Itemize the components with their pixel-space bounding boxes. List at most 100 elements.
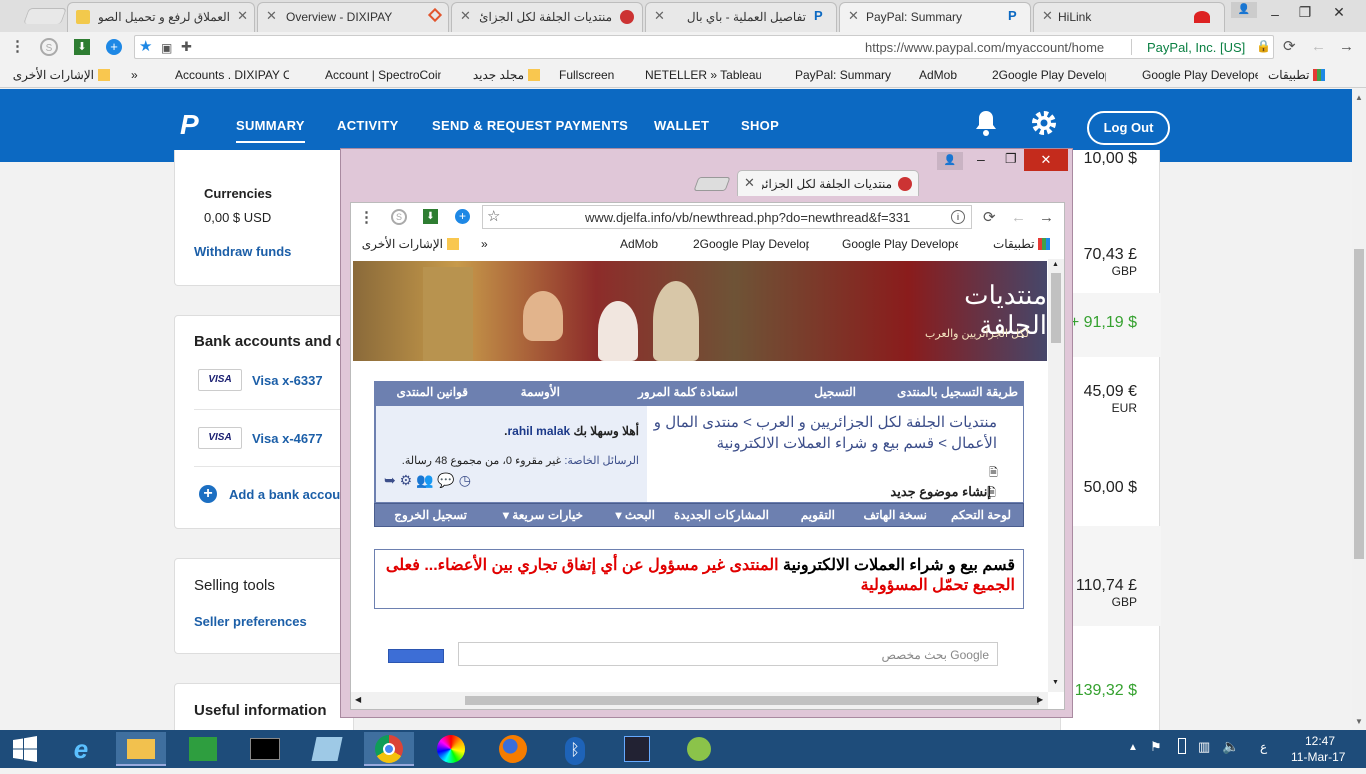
- tools-logout[interactable]: تسجيل الخروج: [394, 508, 467, 522]
- add-extension-icon[interactable]: +: [106, 39, 122, 55]
- input-language-indicator[interactable]: ع: [1260, 740, 1267, 754]
- close-tab-icon[interactable]: ✕: [460, 8, 471, 24]
- nav-summary[interactable]: SUMMARY: [236, 118, 305, 143]
- close-tab-icon[interactable]: ✕: [848, 8, 859, 24]
- tools-calendar[interactable]: التقويم: [801, 508, 835, 522]
- bookmark-admob[interactable]: AdMob: [620, 237, 658, 251]
- color-app-icon[interactable]: [426, 732, 476, 766]
- other-bookmarks[interactable]: الإشارات الأخرى: [362, 237, 459, 251]
- bookmark-apps[interactable]: تطبيقات: [993, 237, 1051, 251]
- clock-time[interactable]: 12:47: [1305, 734, 1335, 748]
- start-icon[interactable]: [0, 732, 50, 766]
- forum-nav-register[interactable]: التسجيل: [814, 385, 856, 399]
- bookmark-play-console[interactable]: Google Play Develope: [1142, 68, 1258, 82]
- minimize-button[interactable]: –: [977, 151, 985, 167]
- profile-icon[interactable]: 👤: [937, 152, 963, 170]
- skype-icon[interactable]: S: [391, 209, 407, 225]
- card-visa-6337[interactable]: Visa x-6337: [252, 373, 323, 388]
- search-button[interactable]: [388, 649, 444, 663]
- forum-nav-badges[interactable]: الأوسمة: [521, 385, 560, 399]
- tools-new-posts[interactable]: المشاركات الجديدة: [674, 508, 769, 522]
- withdraw-funds-link[interactable]: Withdraw funds: [194, 244, 291, 259]
- card-visa-4677[interactable]: Visa x-4677: [252, 431, 323, 446]
- nav-activity[interactable]: ACTIVITY: [337, 118, 399, 133]
- close-tab-icon[interactable]: ✕: [744, 175, 755, 191]
- profile-icon[interactable]: 👤: [1231, 2, 1257, 18]
- scroll-left-icon[interactable]: ◀: [355, 695, 361, 704]
- tools-control-panel[interactable]: لوحة التحكم: [951, 508, 1011, 522]
- maximize-button[interactable]: ❐: [1005, 151, 1017, 167]
- notifications-bell-icon[interactable]: [974, 109, 998, 137]
- cast-icon[interactable]: ▣: [161, 39, 172, 57]
- store-icon[interactable]: [178, 732, 228, 766]
- settings-gear-icon[interactable]: [1030, 109, 1058, 137]
- nav-wallet[interactable]: WALLET: [654, 118, 709, 133]
- tools-search[interactable]: البحث ▾: [615, 508, 655, 522]
- close-tab-icon[interactable]: ✕: [237, 8, 248, 24]
- reload-icon[interactable]: ⟳: [1283, 38, 1296, 56]
- battery-icon[interactable]: [1178, 738, 1186, 754]
- google-search-input[interactable]: Google بحث مخصص: [458, 642, 998, 666]
- chrome-icon[interactable]: [364, 732, 414, 766]
- clock-icon[interactable]: ◷: [459, 472, 471, 488]
- page-info-icon[interactable]: i: [951, 210, 965, 224]
- bookmarks-overflow-chevron[interactable]: »: [481, 237, 488, 251]
- scrollbar-thumb[interactable]: [465, 696, 1039, 705]
- address-bar[interactable]: ★ ▣ ✚ https://www.paypal.com/myaccount/h…: [134, 35, 1274, 59]
- menu-kebab-icon[interactable]: ⋮: [10, 38, 25, 56]
- file-explorer-icon[interactable]: [116, 732, 166, 766]
- back-arrow-icon[interactable]: →: [1339, 38, 1354, 56]
- close-tab-icon[interactable]: ✕: [1042, 8, 1053, 24]
- network-icon[interactable]: ▥: [1198, 739, 1210, 755]
- popup-browser-window[interactable]: 👤 – ❐ ✕ ✕ منتديات الجلفة لكل الجزائر ⋮ S…: [340, 148, 1073, 718]
- notes-icon[interactable]: [302, 732, 352, 766]
- forward-arrow-icon[interactable]: ←: [1311, 38, 1326, 56]
- tab-dixipay[interactable]: Overview - DIXIPAY ✕: [257, 2, 449, 32]
- command-prompt-icon[interactable]: [240, 732, 290, 766]
- site-identity[interactable]: PayPal, Inc. [US]: [1147, 40, 1245, 55]
- breadcrumb[interactable]: منتديات الجلفة لكل الجزائريين و العرب > …: [652, 412, 997, 454]
- tray-chevron-icon[interactable]: ▲: [1128, 742, 1138, 753]
- close-window-button[interactable]: ✕: [1024, 149, 1068, 171]
- tab-paypal-transaction[interactable]: P تفاصيل العملية - باي بال ✕: [645, 2, 837, 32]
- bookmarks-overflow-chevron[interactable]: »: [131, 68, 138, 82]
- bookmark-neteller[interactable]: NETELLER » Tableau d: [645, 68, 761, 82]
- username-link[interactable]: rahil malak: [507, 424, 570, 438]
- maximize-button[interactable]: ❐: [1290, 2, 1320, 24]
- add-extension-icon[interactable]: +: [455, 209, 470, 224]
- reload-icon[interactable]: ⟳: [983, 209, 996, 227]
- download-extension-icon[interactable]: ⬇: [423, 209, 438, 224]
- chat-bubbles-icon[interactable]: 💬: [437, 472, 454, 488]
- settings-gear-icon[interactable]: ⚙: [400, 472, 413, 488]
- scrollbar-thumb[interactable]: [1354, 249, 1364, 559]
- skype-icon[interactable]: S: [40, 38, 58, 56]
- new-thread-link[interactable]: إنشاء موضوع جديد: [890, 484, 991, 500]
- popup-horizontal-scrollbar[interactable]: ◀ ▶: [351, 692, 1048, 709]
- page-scrollbar[interactable]: ▲ ▼: [1352, 89, 1366, 730]
- close-tab-icon[interactable]: ✕: [654, 8, 665, 24]
- bookmark-admob[interactable]: AdMob: [919, 68, 957, 82]
- scroll-down-icon[interactable]: ▼: [1355, 717, 1363, 726]
- volume-icon[interactable]: 🔈: [1222, 738, 1239, 755]
- forum-nav-recover-password[interactable]: استعادة كلمة المرور: [638, 385, 738, 399]
- tab-paypal-summary[interactable]: PayPal: Summary P ✕: [839, 2, 1031, 32]
- bookmark-play-console[interactable]: Google Play Develope: [842, 237, 958, 251]
- firefox-icon[interactable]: [488, 732, 538, 766]
- nav-send-request[interactable]: SEND & REQUEST PAYMENTS: [432, 118, 628, 133]
- add-friend-icon[interactable]: 👥: [416, 472, 433, 488]
- bookmark-star-icon[interactable]: ☆: [487, 208, 500, 226]
- android-studio-icon[interactable]: [674, 732, 724, 766]
- bookmark-paypal-summary[interactable]: PayPal: Summary: [795, 68, 891, 82]
- bookmark-fullscreen[interactable]: Fullscreen: [559, 68, 614, 82]
- bookmark-new-folder[interactable]: مجلد جديد: [473, 68, 540, 82]
- pen-app-icon[interactable]: [612, 732, 662, 766]
- bookmark-spectrocoin[interactable]: Account | SpectroCoin: [325, 68, 441, 82]
- bookmark-play-console-2[interactable]: 2Google Play Develop: [992, 68, 1106, 82]
- scrollbar-thumb[interactable]: [1051, 273, 1061, 343]
- close-window-button[interactable]: ✕: [1324, 2, 1354, 24]
- minimize-button[interactable]: –: [1260, 4, 1290, 26]
- scroll-right-icon[interactable]: ▶: [1037, 695, 1043, 704]
- bookmark-apps[interactable]: تطبيقات: [1268, 68, 1326, 82]
- popup-tab-djelfa[interactable]: ✕ منتديات الجلفة لكل الجزائر: [737, 170, 919, 196]
- tab-image-host[interactable]: العملاق لرفع و تحميل الصو ✕: [67, 2, 255, 32]
